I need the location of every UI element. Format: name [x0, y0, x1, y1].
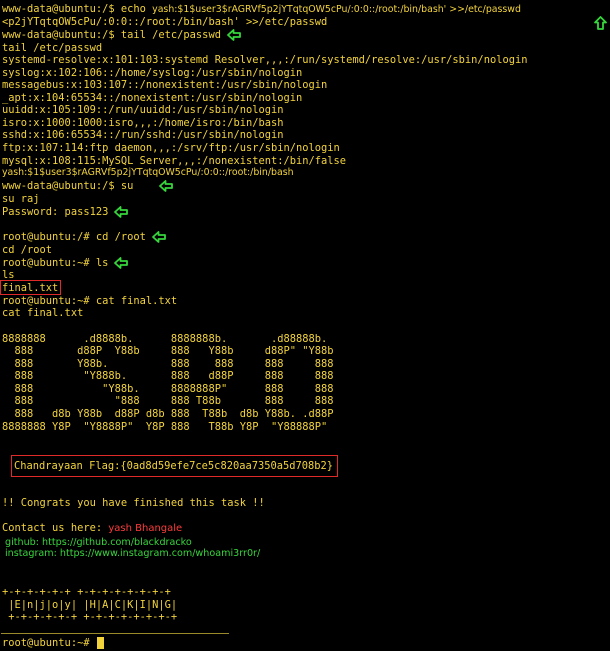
terminal-line: su raj: [2, 193, 40, 205]
ascii-art-line: 888 d8b Y88b d88P d8b 888 T88b d8b Y88b.…: [2, 408, 334, 420]
terminal-line: root@ubuntu:~# cat final.txt: [2, 295, 178, 307]
instagram-link[interactable]: instagram: https://www.instagram.com/who…: [5, 548, 260, 561]
command-prompt: root@ubuntu:~# ls: [2, 257, 109, 269]
ascii-art-line: 8888888 Y8P "Y8888P" Y8P 888 T88b Y8P "Y…: [2, 421, 328, 433]
terminal-line: _apt:x:104:65534::/nonexistent:/usr/sbin…: [2, 92, 303, 104]
terminal-line: yash:$1$user3$rAGRVf5p2jYTqtqOW5cPu/:0:0…: [2, 167, 294, 178]
terminal-line: cat final.txt: [2, 307, 84, 319]
terminal-line: www-data@ubuntu:/$ echo yash:$1$user3$rA…: [2, 3, 521, 16]
ascii-art-line: 888 "Y88b. 8888888P" 888 888: [2, 383, 334, 395]
arrow-left-icon: [114, 257, 129, 269]
terminal-window[interactable]: www-data@ubuntu:/$ echo yash:$1$user3$rA…: [0, 0, 610, 651]
terminal-line: tail /etc/passwd: [2, 42, 103, 54]
terminal-line: isro:x:1000:1000:isro,,,:/home/isro:/bin…: [2, 117, 284, 129]
ascii-art-line: 8888888 .d8888b. 8888888b. .d88888b.: [2, 333, 328, 345]
arrow-up-icon: [594, 16, 607, 30]
terminal-line: systemd-resolve:x:101:103:systemd Resolv…: [2, 54, 528, 66]
password-line: Password: pass123: [2, 206, 109, 218]
congrats-text: !! Congrats you have finished this task …: [2, 497, 265, 509]
ascii-art-line: 888 "Y888b. 888 d88P 888 888: [2, 370, 334, 382]
ascii-art-line: 888 d88P Y88b 888 Y88b d88P" "Y88b: [2, 345, 334, 357]
command-prompt: www-data@ubuntu:/$ su: [2, 180, 134, 192]
terminal-line: www-data@ubuntu:/$ su: [2, 180, 174, 193]
terminal-line: ftp:x:107:114:ftp daemon,,,:/srv/ftp:/us…: [2, 142, 340, 154]
arrow-left-icon: [227, 29, 241, 41]
contact-line: Contact us here: yash Bhangale: [2, 522, 182, 535]
file-name: final.txt: [2, 282, 59, 294]
banner-line: +-+-+-+-+-+ +-+-+-+-+-+-+-+: [2, 611, 178, 623]
divider: [1, 633, 229, 634]
terminal-line: sshd:x:106:65534::/run/sshd:/usr/sbin/no…: [2, 129, 284, 141]
terminal-line: syslog:x:102:106::/home/syslog:/usr/sbin…: [2, 67, 303, 79]
banner-line: +-+-+-+-+-+ +-+-+-+-+-+-+-+: [2, 586, 171, 598]
command-prompt: www-data@ubuntu:/$ tail /etc/passwd: [2, 29, 221, 41]
terminal-line: uuidd:x:105:109::/run/uuidd:/usr/sbin/no…: [2, 104, 284, 116]
ascii-art-line: 888 "888 888 T88b 888 888: [2, 395, 334, 407]
arrow-left-icon: [114, 206, 129, 218]
arrow-left-icon: [151, 231, 166, 243]
ascii-art-line: 888 Y88b. 888 888 888 888: [2, 358, 334, 370]
terminal-line: root@ubuntu:/# cd /root: [2, 231, 166, 244]
terminal-line: messagebus:x:103:107::/nonexistent:/usr/…: [2, 79, 328, 91]
contact-name: yash Bhangale: [108, 523, 183, 534]
arrow-left-icon: [159, 180, 174, 192]
banner-line: |E|n|j|o|y| |H|A|C|K|I|N|G|: [2, 599, 178, 611]
command-prompt: root@ubuntu:/# cd /root: [2, 231, 146, 243]
terminal-line: mysql:x:108:115:MySQL Server,,,:/nonexis…: [2, 155, 347, 167]
terminal-line: root@ubuntu:~# ls: [2, 257, 129, 270]
terminal-line: Password: pass123: [2, 206, 129, 219]
echo-payload: yash:$1$user3$rAGRVf5p2jYTqtqOW5cPu/:0:0…: [152, 4, 521, 15]
text-cursor: [97, 637, 104, 649]
terminal-line: www-data@ubuntu:/$ tail /etc/passwd: [2, 29, 241, 42]
prompt-line[interactable]: root@ubuntu:~#: [2, 637, 96, 650]
flag-text: Chandrayaan Flag:{0ad8d59efe7ce5c820aa73…: [14, 460, 334, 472]
command-prompt: www-data@ubuntu:/$ echo: [2, 3, 153, 15]
terminal-line: <p2jYTqtqOW5cPu/:0:0::/root:/bin/bash' >…: [2, 16, 328, 28]
terminal-line: cd /root: [2, 244, 53, 256]
contact-label: Contact us here:: [2, 522, 109, 534]
